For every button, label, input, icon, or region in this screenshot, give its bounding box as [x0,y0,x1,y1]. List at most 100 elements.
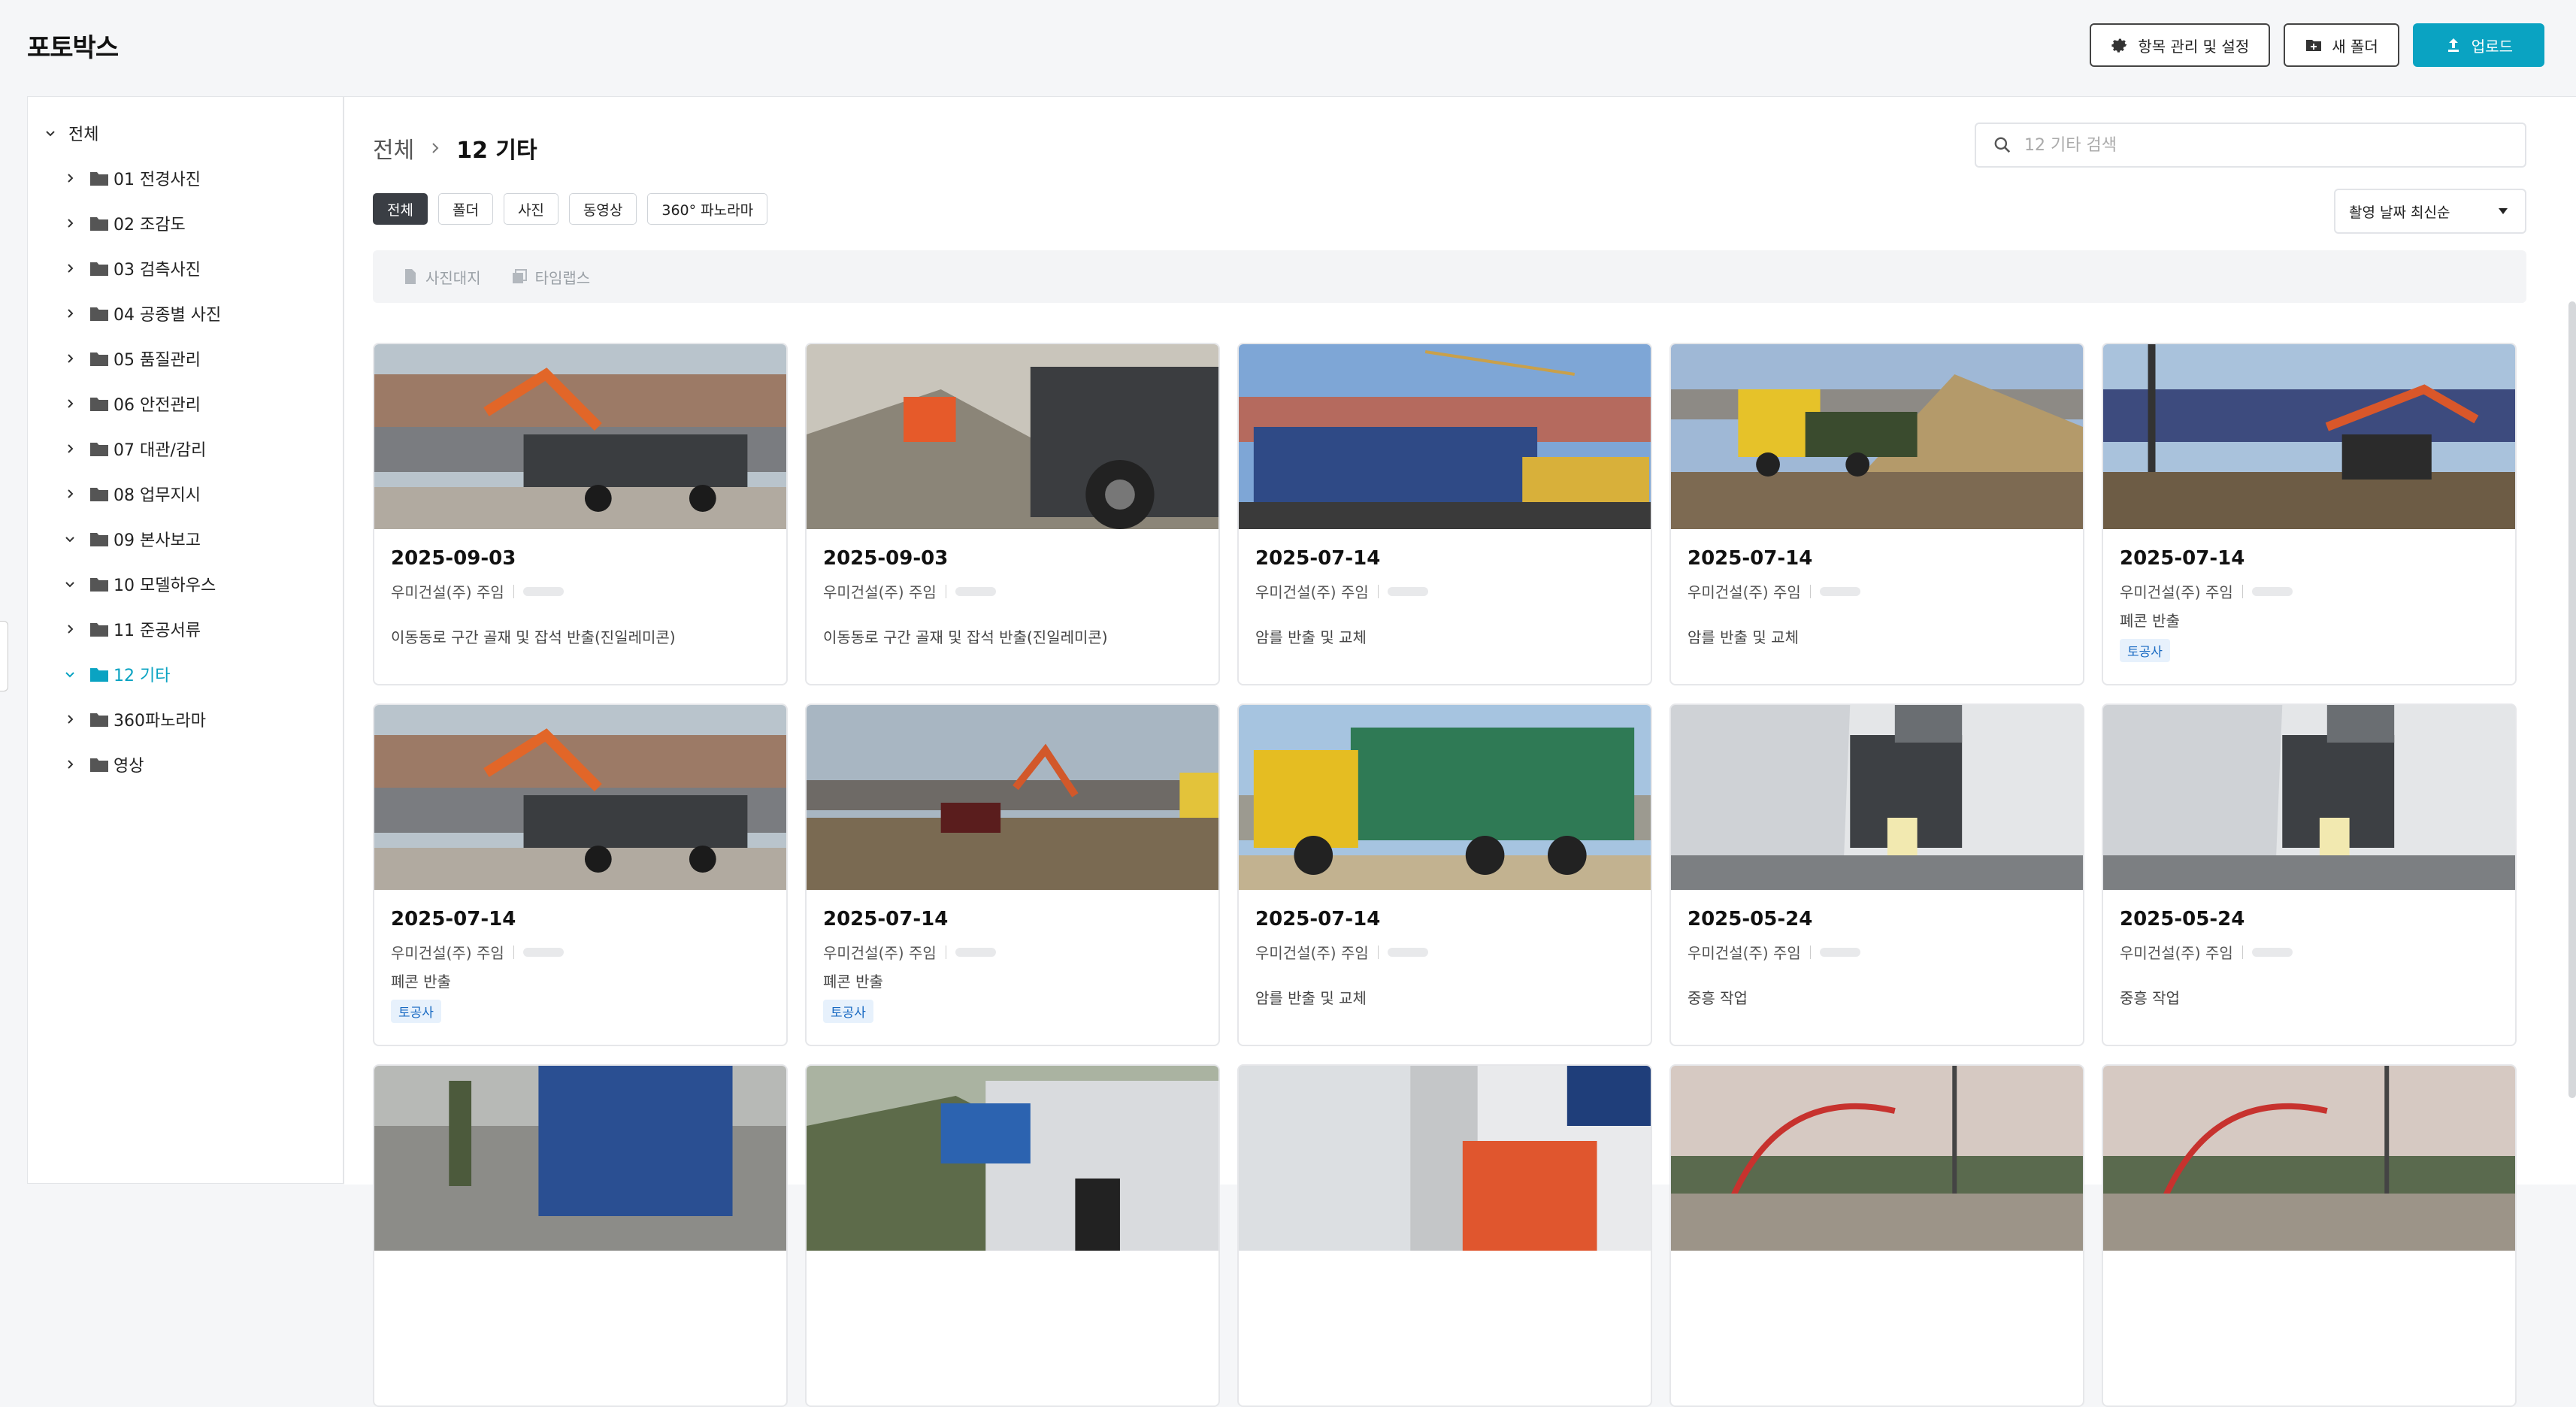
settings-label: 항목 관리 및 설정 [2138,37,2250,56]
photo-meta: 우미건설(주) 주임 [1255,580,1428,602]
filter-chip[interactable]: 360° 파노라마 [647,193,768,225]
chevron-down-icon [41,124,59,142]
sidebar-folder-item[interactable]: 11 준공서류 [61,608,201,650]
chevron-right-icon[interactable] [61,620,79,638]
sidebar-folder-label: 02 조감도 [114,216,186,234]
sidebar-folder-label: 10 모델하우스 [114,576,216,595]
photo-card[interactable] [805,1064,1220,1407]
redacted-name [1387,586,1428,596]
redacted-name [2251,947,2293,957]
sidebar-edge-handle[interactable] [0,621,8,691]
sidebar-folder-item[interactable]: 08 업무지시 [61,473,201,515]
chevron-right-icon [429,135,441,162]
photo-card[interactable] [1237,1064,1652,1407]
photo-card[interactable] [373,1064,788,1407]
sidebar-folder-item[interactable]: 10 모델하우스 [61,563,216,605]
sidebar-folder-item[interactable]: 06 안전관리 [61,383,201,425]
photo-meta: 우미건설(주) 주임 [1688,941,1860,963]
timelapse-label: 타임랩스 [534,268,591,287]
search-input[interactable] [2023,135,2507,156]
photo-thumbnail [374,705,786,890]
timelapse-button[interactable]: 타임랩스 [511,266,591,288]
photo-card[interactable]: 2025-07-14 우미건설(주) 주임 폐콘 반출 토공사 [373,704,788,1046]
sidebar-folder-item[interactable]: 01 전경사진 [61,157,201,199]
breadcrumb-root[interactable]: 전체 [373,132,414,165]
sidebar-folder-label: 360파노라마 [114,712,206,731]
chevron-right-icon[interactable] [61,169,79,187]
chevron-right-icon[interactable] [61,349,79,368]
sidebar-folder-item[interactable]: 12 기타 [61,653,170,695]
filter-chip[interactable]: 폴더 [437,193,493,225]
sidebar-folder-item[interactable]: 04 공종별 사진 [61,292,221,334]
tree-root-label: 전체 [68,126,99,144]
folder-icon [90,623,108,637]
photo-thumbnail [2103,705,2515,890]
chevron-right-icon[interactable] [61,395,79,413]
settings-button[interactable]: 항목 관리 및 설정 [2090,23,2271,67]
sidebar-folder-label: 09 본사보고 [114,531,201,550]
chevron-down-icon[interactable] [61,530,79,548]
sidebar-folder-item[interactable]: 360파노라마 [61,698,206,740]
sidebar-folder-item[interactable]: 09 본사보고 [61,518,201,560]
photo-description: 중흥 작업 [2120,989,2180,1007]
sidebar-folder-item[interactable]: 02 조감도 [61,202,186,244]
new-folder-button[interactable]: 새 폴더 [2284,23,2399,67]
search-icon [1994,137,2011,153]
photo-meta: 우미건설(주) 주임 [2120,941,2293,963]
divider [513,584,514,598]
sidebar-folder-label: 05 품질관리 [114,351,201,370]
chevron-right-icon[interactable] [61,259,79,277]
photo-card[interactable]: 2025-05-24 우미건설(주) 주임 중흥 작업 [1669,704,2084,1046]
photo-thumbnail [2103,1066,2515,1251]
tree-root[interactable]: 전체 [41,112,98,154]
chevron-right-icon[interactable] [61,485,79,503]
chevron-down-icon[interactable] [61,665,79,683]
filter-chip[interactable]: 동영상 [568,193,637,225]
chevron-right-icon[interactable] [61,710,79,728]
upload-button[interactable]: 업로드 [2412,23,2544,67]
photo-card[interactable]: 2025-07-14 우미건설(주) 주임 암를 반출 및 교체 [1237,343,1652,685]
chevron-right-icon[interactable] [61,440,79,458]
photo-card[interactable]: 2025-07-14 우미건설(주) 주임 폐콘 반출 토공사 [2102,343,2517,685]
filter-chip[interactable]: 전체 [373,193,428,225]
divider [2242,584,2243,598]
main-panel: 전체 12 기타 전체폴더사진동영상360° 파노라마 촬영 날짜 최신순 사진… [344,96,2576,1407]
sidebar-folder-label: 01 전경사진 [114,171,201,189]
folder-icon [90,353,108,366]
document-icon [405,269,416,284]
photo-description: 폐콘 반출 [823,973,883,991]
photo-date: 2025-07-14 [2120,547,2245,570]
photo-thumbnail [374,344,786,529]
photo-thumbnail [2103,344,2515,529]
photo-meta: 우미건설(주) 주임 [391,580,564,602]
photo-thumbnail [807,705,1218,890]
photo-description: 이동동로 구간 골재 및 잡석 반출(진일레미콘) [391,628,676,646]
app-title: 포토박스 [27,33,119,63]
scrollbar[interactable] [2568,301,2576,1098]
photo-card[interactable]: 2025-07-14 우미건설(주) 주임 암를 반출 및 교체 [1237,704,1652,1046]
photo-card[interactable]: 2025-07-14 우미건설(주) 주임 암를 반출 및 교체 [1669,343,2084,685]
chevron-right-icon[interactable] [61,755,79,773]
filter-chip[interactable]: 사진 [503,193,558,225]
sidebar-folder-item[interactable]: 03 검측사진 [61,247,201,289]
photo-card[interactable]: 2025-05-24 우미건설(주) 주임 중흥 작업 [2102,704,2517,1046]
sidebar-folder-item[interactable]: 영상 [61,743,144,785]
sidebar-folder-label: 06 안전관리 [114,396,201,415]
photo-card[interactable] [2102,1064,2517,1407]
redacted-name [1387,947,1428,957]
photo-card[interactable]: 2025-07-14 우미건설(주) 주임 폐콘 반출 토공사 [805,704,1220,1046]
photo-card[interactable] [1669,1064,2084,1407]
photo-card[interactable]: 2025-09-03 우미건설(주) 주임 이동동로 구간 골재 및 잡석 반출(진… [373,343,788,685]
photo-meta: 우미건설(주) 주임 [2120,580,2293,602]
chevron-right-icon[interactable] [61,214,79,232]
sidebar-folder-item[interactable]: 07 대관/감리 [61,428,206,470]
chevron-right-icon[interactable] [61,304,79,322]
sort-dropdown[interactable]: 촬영 날짜 최신순 [2334,189,2526,234]
chevron-down-icon[interactable] [61,575,79,593]
sidebar-folder-label: 11 준공서류 [114,622,201,640]
photo-card[interactable]: 2025-09-03 우미건설(주) 주임 이동동로 구간 골재 및 잡석 반출(진… [805,343,1220,685]
photo-sheet-button[interactable]: 사진대지 [403,266,481,288]
sidebar-folder-item[interactable]: 05 품질관리 [61,337,201,380]
photo-author: 우미건설(주) 주임 [823,944,937,962]
folder-icon [90,398,108,411]
